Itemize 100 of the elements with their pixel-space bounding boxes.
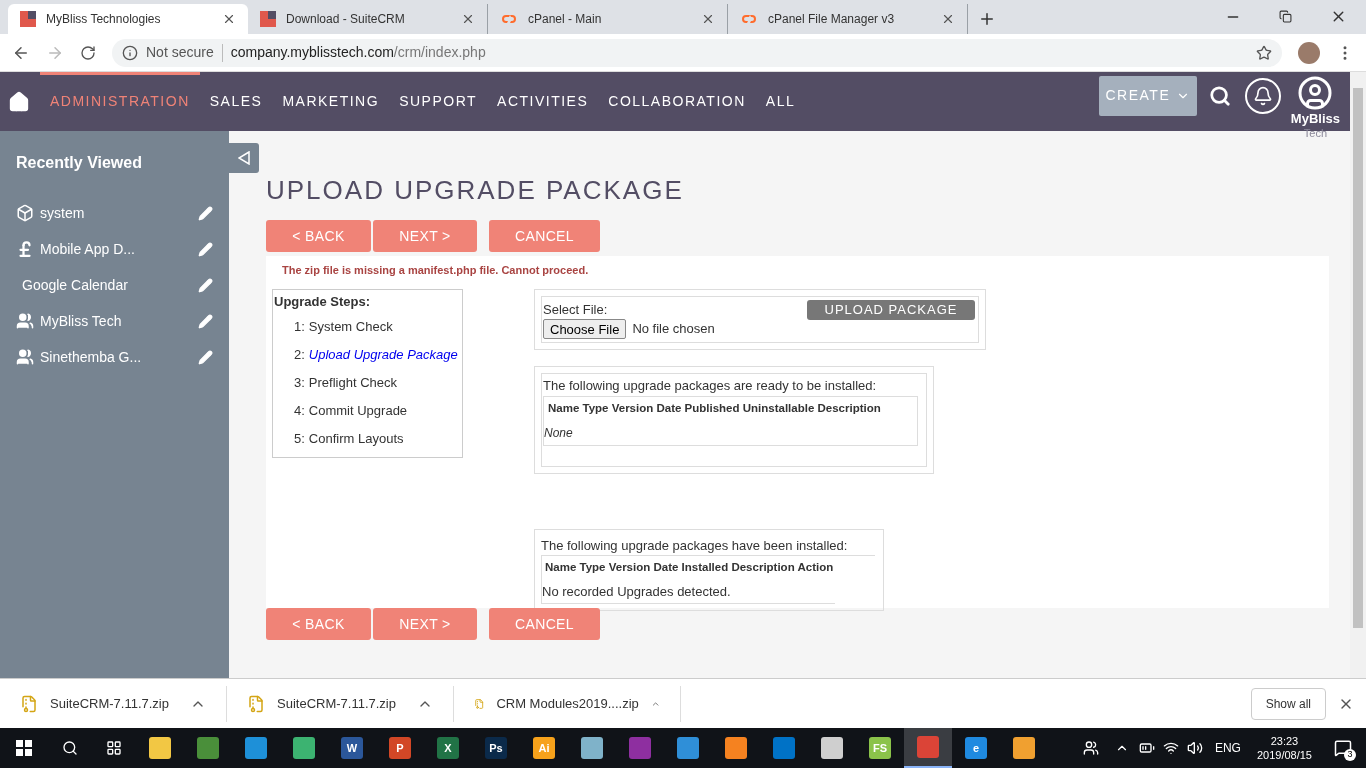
windows-start-icon[interactable]: [16, 740, 32, 756]
nav-tab[interactable]: ACTIVITIES: [487, 72, 599, 131]
taskbar-app[interactable]: W: [328, 728, 376, 768]
profile-avatar[interactable]: [1298, 41, 1320, 64]
app-icon: e: [965, 737, 987, 759]
app-icon: Ps: [485, 737, 507, 759]
app-icon: FS: [869, 737, 891, 759]
recent-item[interactable]: Sinethemba G...: [40, 346, 192, 368]
empty-row-text: None: [544, 424, 574, 442]
steps-title: Upgrade Steps:: [274, 292, 372, 311]
step-label: Commit Upgrade: [308, 402, 408, 421]
restore-icon[interactable]: [1279, 10, 1292, 23]
step-number: 2:: [294, 346, 305, 365]
battery-icon: [1138, 740, 1155, 756]
download-item[interactable]: CRM Modules2019....zip: [496, 693, 639, 714]
suite-logo-icon: [260, 11, 276, 27]
step-label: Confirm Layouts: [308, 430, 404, 449]
cpanel-logo-icon: [500, 13, 518, 25]
installed-caption: The following upgrade packages have been installed:: [541, 536, 849, 555]
taskbar-app[interactable]: P: [376, 728, 424, 768]
zip-file-icon: [247, 694, 265, 713]
language-indicator[interactable]: ENG: [1214, 739, 1241, 757]
show-all-button[interactable]: Show all: [1250, 687, 1326, 720]
notification-icon[interactable]: [1244, 77, 1281, 114]
table-header: Name Type Version Date Installed Description Action: [544, 560, 835, 576]
notification-count: 3: [1344, 749, 1356, 761]
home-icon[interactable]: [8, 90, 30, 113]
reload-icon[interactable]: [80, 44, 96, 61]
step-number: 5:: [294, 430, 305, 449]
edit-icon[interactable]: [198, 349, 213, 365]
close-icon[interactable]: [222, 12, 236, 26]
sidebar-title: Recently Viewed: [15, 153, 143, 173]
app-icon: P: [389, 737, 411, 759]
choose-file-button[interactable]: Choose File: [543, 319, 627, 339]
close-icon[interactable]: [701, 12, 715, 26]
app-icon: X: [437, 737, 459, 759]
field-label: Select File:: [543, 300, 609, 319]
edit-icon[interactable]: [198, 241, 213, 257]
bookmark-icon[interactable]: [1256, 44, 1272, 61]
search-icon[interactable]: [1208, 84, 1231, 107]
step-number: 1:: [294, 318, 305, 337]
edit-icon[interactable]: [198, 205, 213, 221]
close-icon[interactable]: [461, 12, 475, 26]
people-icon: [16, 348, 34, 366]
notification-center-icon[interactable]: [1334, 739, 1352, 757]
browser-tab[interactable]: MyBliss Technologies: [8, 4, 248, 34]
taskbar-app[interactable]: [904, 728, 952, 768]
nav-tab[interactable]: COLLABORATION: [598, 72, 756, 131]
nav-tab[interactable]: SUPPORT: [389, 72, 488, 131]
triangle-icon: [238, 151, 250, 165]
download-item[interactable]: SuiteCRM-7.11.7.zip: [50, 693, 178, 714]
step-label: System Check: [308, 318, 393, 337]
volume-icon: [1186, 740, 1203, 756]
address-field[interactable]: Not secure company.myblisstech.com/crm/index.php: [112, 38, 1282, 67]
table-header: Name Type Version Date Published Uninstallable Description: [547, 400, 882, 416]
upload-package-button[interactable]: UPLOAD PACKAGE: [807, 299, 975, 320]
wifi-icon: [1162, 740, 1179, 756]
task-view-icon[interactable]: [106, 740, 122, 756]
url-text: company.myblisstech.com/crm/index.php: [230, 43, 486, 62]
recent-item[interactable]: MyBliss Tech: [40, 310, 192, 332]
edit-icon[interactable]: [198, 277, 213, 293]
clock[interactable]: 23:23 2019/08/15: [1256, 734, 1312, 762]
recent-item[interactable]: system: [40, 202, 192, 224]
people-icon: [16, 312, 34, 330]
ready-caption: The following upgrade packages are ready to be installed:: [543, 377, 878, 395]
recent-item[interactable]: Mobile App D...: [40, 238, 192, 260]
security-label: Not secure: [146, 43, 214, 62]
scrollbar[interactable]: [1350, 72, 1366, 678]
suite-logo-icon: [20, 11, 36, 27]
nav-tab[interactable]: MARKETING: [272, 72, 390, 131]
new-tab-icon[interactable]: [978, 10, 996, 28]
step-label: Preflight Check: [308, 374, 397, 393]
nav-tab[interactable]: ALL: [755, 72, 806, 131]
error-message: The zip file is missing a manifest.php file. Cannot proceed.: [281, 263, 590, 278]
nav-tab[interactable]: SALES: [199, 72, 273, 131]
taskbar-app[interactable]: X: [424, 728, 472, 768]
step-label: Upload Upgrade Package: [308, 346, 458, 365]
step-number: 3:: [294, 374, 305, 393]
zip-file-icon: [20, 694, 38, 713]
app-icon: W: [341, 737, 363, 759]
collapse-button[interactable]: [229, 143, 259, 173]
taskbar-app[interactable]: Ps: [472, 728, 520, 768]
file-status: No file chosen: [632, 320, 715, 339]
people-icon[interactable]: [1082, 740, 1099, 756]
taskbar-app[interactable]: e: [952, 728, 1000, 768]
close-icon[interactable]: [941, 12, 955, 26]
cpanel-logo-icon: [740, 13, 758, 25]
cube-icon: [16, 204, 34, 222]
recent-item[interactable]: Google Calendar: [16, 274, 192, 296]
app-icon: Ai: [533, 737, 555, 759]
download-item[interactable]: SuiteCRM-7.11.7.zip: [277, 693, 405, 714]
user-icon[interactable]: [1297, 74, 1334, 111]
edit-icon[interactable]: [198, 313, 213, 329]
search-icon[interactable]: [62, 740, 78, 756]
pound-icon: [16, 240, 34, 258]
user-name: MyBliss: [1290, 110, 1340, 127]
page-title: UPLOAD UPGRADE PACKAGE: [266, 174, 685, 207]
step-number: 4:: [294, 402, 305, 421]
empty-row: No recorded Upgrades detected.: [541, 580, 835, 604]
info-icon: [122, 44, 138, 61]
